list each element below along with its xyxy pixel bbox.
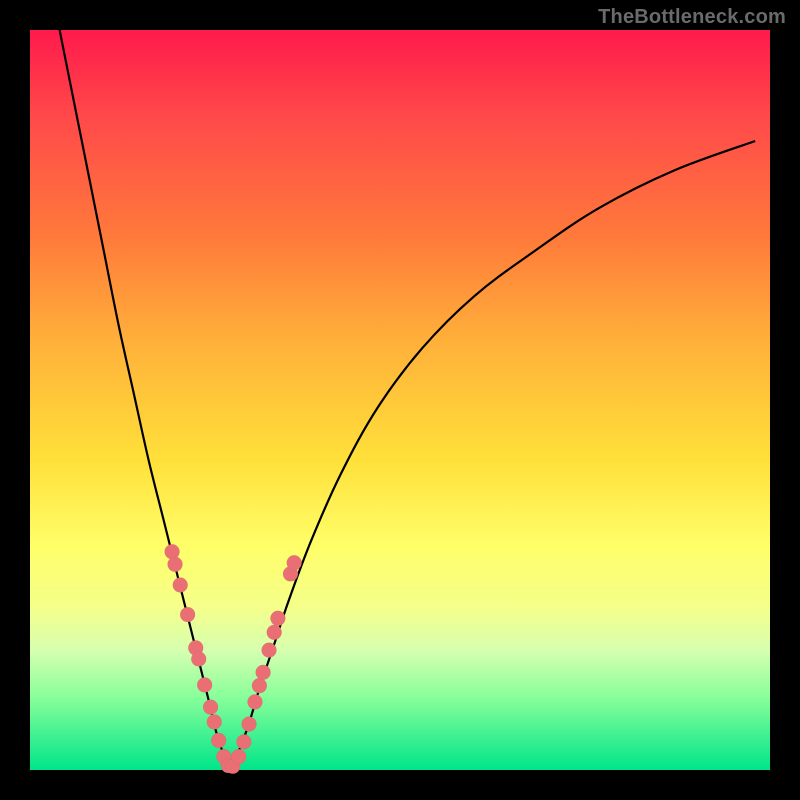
data-point (180, 607, 195, 622)
data-point (236, 734, 251, 749)
chart-frame: TheBottleneck.com (0, 0, 800, 800)
watermark-text: TheBottleneck.com (598, 6, 786, 29)
data-point (242, 717, 257, 732)
curve-right (230, 141, 755, 770)
data-point (267, 625, 282, 640)
data-point (252, 678, 267, 693)
data-point (203, 700, 218, 715)
chart-svg (30, 30, 770, 770)
data-point (211, 733, 226, 748)
data-point (173, 578, 188, 593)
data-point (197, 677, 212, 692)
data-point (207, 714, 222, 729)
data-point (262, 643, 277, 658)
data-point (191, 652, 206, 667)
data-point (256, 665, 271, 680)
data-point (168, 557, 183, 572)
data-point (270, 611, 285, 626)
data-point (287, 555, 302, 570)
scatter-group (165, 544, 302, 774)
plot-area (30, 30, 770, 770)
data-point (231, 749, 246, 764)
data-point (247, 694, 262, 709)
